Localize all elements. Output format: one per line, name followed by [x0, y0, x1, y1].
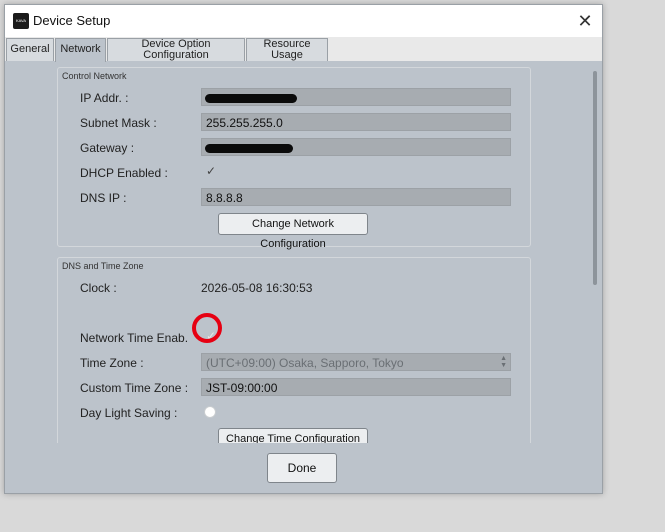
- tab-device-option-configuration[interactable]: Device Option Configuration: [107, 38, 245, 61]
- time-zone-value: (UTC+09:00) Osaka, Sapporo, Tokyo: [206, 356, 404, 370]
- redacted-gateway-mark: [205, 144, 293, 153]
- dns-time-zone-title: DNS and Time Zone: [62, 261, 144, 271]
- tab-bar: General Network Device Option Configurat…: [5, 37, 602, 62]
- vertical-scrollbar[interactable]: [593, 71, 597, 285]
- tab-resource-usage[interactable]: Resource Usage: [246, 38, 328, 61]
- control-network-title: Control Network: [62, 71, 127, 81]
- tab-network-label: Network: [60, 43, 101, 55]
- app-icon: KAVA: [13, 13, 29, 29]
- tab-network[interactable]: Network: [55, 38, 106, 62]
- network-time-enabled-label: Network Time Enab.: [80, 331, 189, 345]
- clock-label: Clock :: [80, 281, 117, 295]
- tab-resource-usage-line2: Usage: [271, 49, 303, 61]
- close-icon[interactable]: ✕: [574, 10, 596, 32]
- dhcp-enabled-label: DHCP Enabled :: [80, 166, 168, 180]
- ip-addr-label: IP Addr. :: [80, 91, 129, 105]
- highlight-circle: [192, 313, 222, 343]
- daylight-saving-label: Day Light Saving :: [80, 406, 178, 420]
- updown-arrows-icon: ▲ ▼: [500, 355, 507, 369]
- time-zone-select[interactable]: (UTC+09:00) Osaka, Sapporo, Tokyo ▲ ▼: [201, 353, 511, 371]
- tab-device-option-line2: Configuration: [143, 49, 209, 61]
- custom-time-zone-label: Custom Time Zone :: [80, 381, 189, 395]
- redacted-ip-mark: [205, 94, 297, 103]
- ip-addr-field[interactable]: [201, 88, 511, 106]
- time-zone-label: Time Zone :: [80, 356, 144, 370]
- custom-time-zone-field[interactable]: JST-09:00:00: [201, 378, 511, 396]
- dhcp-enabled-checkbox[interactable]: ✓: [205, 165, 217, 177]
- daylight-saving-toggle[interactable]: [204, 406, 216, 418]
- network-tab-content: Control Network IP Addr. : Subnet Mask :…: [5, 61, 604, 443]
- dns-ip-field[interactable]: 8.8.8.8: [201, 188, 511, 206]
- gateway-label: Gateway :: [80, 141, 135, 155]
- window-title: Device Setup: [33, 13, 111, 28]
- clock-value: 2026-05-08 16:30:53: [201, 281, 313, 295]
- gateway-field[interactable]: [201, 138, 511, 156]
- done-button[interactable]: Done: [267, 453, 337, 483]
- tab-general[interactable]: General: [6, 38, 54, 61]
- change-network-configuration-button[interactable]: Change Network Configuration: [218, 213, 368, 250]
- subnet-mask-field[interactable]: 255.255.255.0: [201, 113, 511, 131]
- tab-general-label: General: [10, 43, 50, 55]
- subnet-mask-label: Subnet Mask :: [80, 116, 157, 130]
- device-setup-window: KAVA Device Setup ✕ General Network Devi…: [4, 4, 603, 494]
- title-bar: KAVA Device Setup ✕: [5, 5, 602, 37]
- dns-ip-label: DNS IP :: [80, 191, 127, 205]
- change-time-configuration-button[interactable]: Change Time Configuration: [218, 428, 368, 443]
